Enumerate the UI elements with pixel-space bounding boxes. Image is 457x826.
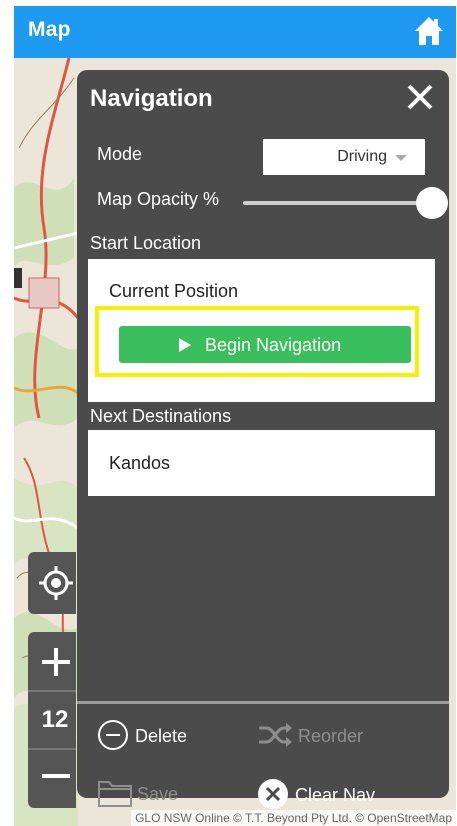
- opacity-slider-thumb[interactable]: [416, 187, 448, 219]
- reorder-label: Reorder: [298, 726, 364, 746]
- minus-icon: [42, 774, 70, 778]
- delete-button[interactable]: Delete: [97, 719, 207, 751]
- play-icon: [179, 338, 191, 352]
- minus-circle-icon: [98, 720, 128, 750]
- next-destinations-label: Next Destinations: [90, 406, 232, 426]
- start-location-card: Current Position Begin Navigation: [88, 259, 435, 402]
- close-icon[interactable]: [405, 82, 435, 112]
- map-attribution: GLO NSW Online © T.T. Beyond Pty Ltd. © …: [131, 810, 456, 826]
- zoom-in-button[interactable]: [28, 632, 76, 690]
- start-location-label: Start Location: [90, 233, 202, 253]
- app-title: Map: [28, 18, 71, 41]
- app-bar: Map: [14, 6, 456, 58]
- folder-icon: [98, 781, 132, 807]
- save-label: Save: [137, 784, 179, 804]
- locate-button[interactable]: [28, 552, 76, 614]
- chevron-down-icon: [395, 155, 407, 161]
- opacity-slider-track[interactable]: [243, 201, 433, 205]
- destination-item[interactable]: Kandos: [109, 453, 170, 474]
- zoom-level: 12: [41, 706, 69, 733]
- destinations-list: Kandos: [88, 430, 435, 496]
- delete-label: Delete: [135, 726, 188, 746]
- zoom-out-button[interactable]: [28, 750, 76, 808]
- mode-value: Driving: [337, 148, 387, 165]
- clear-icon: [258, 779, 288, 809]
- mode-select[interactable]: Driving: [263, 139, 425, 175]
- begin-navigation-highlight: Begin Navigation: [95, 306, 419, 377]
- panel-title: Navigation: [90, 85, 213, 112]
- start-location-value: Current Position: [109, 281, 239, 301]
- clear-nav-button[interactable]: Clear Nav: [257, 778, 397, 810]
- map-screen: Map 12 Navigation Mode Driving Map Opaci…: [14, 6, 456, 826]
- navigation-panel: Navigation Mode Driving Map Opacity % St…: [77, 70, 449, 809]
- reorder-button[interactable]: Reorder: [257, 719, 387, 751]
- mode-label: Mode: [97, 144, 143, 164]
- begin-navigation-button[interactable]: Begin Navigation: [119, 326, 411, 363]
- crosshair-icon: [39, 566, 73, 600]
- clear-nav-label: Clear Nav: [295, 785, 376, 805]
- shuffle-icon: [259, 723, 292, 747]
- save-button[interactable]: Save: [97, 778, 207, 810]
- home-icon[interactable]: [414, 15, 444, 47]
- opacity-label: Map Opacity %: [97, 189, 220, 209]
- actions-divider: [77, 701, 449, 704]
- zoom-controls: 12: [28, 632, 76, 808]
- begin-navigation-label: Begin Navigation: [205, 335, 342, 355]
- plus-icon: [42, 648, 70, 676]
